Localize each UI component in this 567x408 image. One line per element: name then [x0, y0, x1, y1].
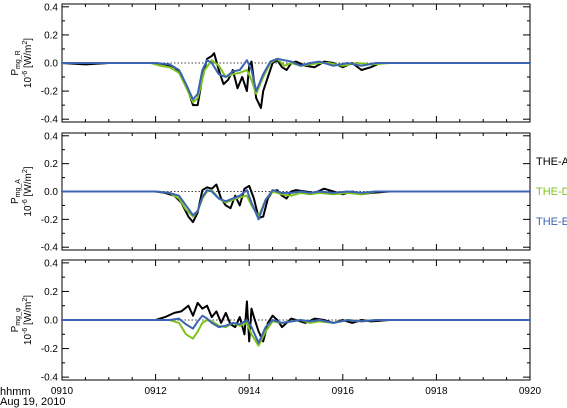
x-tick-label: 0914: [238, 386, 261, 397]
panel-2-ylabel-quantity: Pmg_A: [10, 179, 22, 204]
line-chart: -0.4-0.20.00.20.4Pmg_R10-6 [W/m2]-0.4-0.…: [10, 2, 542, 397]
panel-3-ytick-label: 0.4: [44, 258, 58, 269]
panel-1-ytick-label: 0.4: [44, 2, 58, 13]
panel-1-series-the-d: [61, 57, 531, 104]
panel-1-ylabel: Pmg_R10-6 [W/m2]: [10, 38, 34, 88]
panel-2-ytick-label: -0.2: [41, 215, 59, 226]
panel-1-ytick-label: 0.0: [44, 59, 58, 70]
panel-2-ylabel: Pmg_A10-6 [W/m2]: [10, 166, 34, 216]
panel-3-ytick-label: 0.0: [44, 316, 58, 327]
panel-3-series-the-d: [61, 319, 531, 347]
x-tick-label: 0918: [425, 386, 448, 397]
panel-2-ytick-label: -0.4: [41, 243, 59, 254]
panel-3-ytick-label: 0.2: [44, 287, 58, 298]
panel-2-ytick-label: 0.0: [44, 187, 58, 198]
panel-2-series-the-a: [61, 183, 531, 224]
panel-2-ylabel-unit: 10-6 [W/m2]: [22, 166, 34, 216]
panel-3-ylabel-unit: 10-6 [W/m2]: [22, 295, 34, 345]
panel-3-ytick-label: -0.2: [41, 344, 59, 355]
panel-1-ytick-label: 0.2: [44, 30, 58, 41]
panel-3-ytick-label: -0.4: [41, 373, 59, 384]
panel-2-ytick-label: 0.2: [44, 159, 58, 170]
panel-2-series-the-d: [61, 189, 531, 218]
panel-1-ytick-label: -0.4: [41, 115, 59, 126]
legend-entry-the-e: THE-E: [536, 216, 567, 228]
legend-entry-the-a: THE-A: [536, 156, 567, 168]
panel-3-ylabel: Pmg_φ10-6 [W/m2]: [10, 295, 34, 345]
panel-1-ylabel-unit: 10-6 [W/m2]: [22, 38, 34, 88]
panel-1-series-the-a: [61, 52, 531, 109]
legend-entry-the-d: THE-D: [536, 186, 567, 198]
panel-1-ylabel-quantity: Pmg_R: [10, 50, 22, 75]
panel-3-series-the-e: [61, 314, 531, 344]
x-tick-label: 0916: [332, 386, 355, 397]
panel-1-ytick-label: -0.2: [41, 87, 59, 98]
x-axis-corner-label-line2: Aug 19, 2010: [0, 396, 66, 408]
panel-3-ylabel-quantity: Pmg_φ: [10, 307, 22, 332]
panel-2-ytick-label: 0.4: [44, 131, 58, 142]
x-tick-label: 0920: [519, 386, 542, 397]
x-tick-label: 0912: [144, 386, 167, 397]
